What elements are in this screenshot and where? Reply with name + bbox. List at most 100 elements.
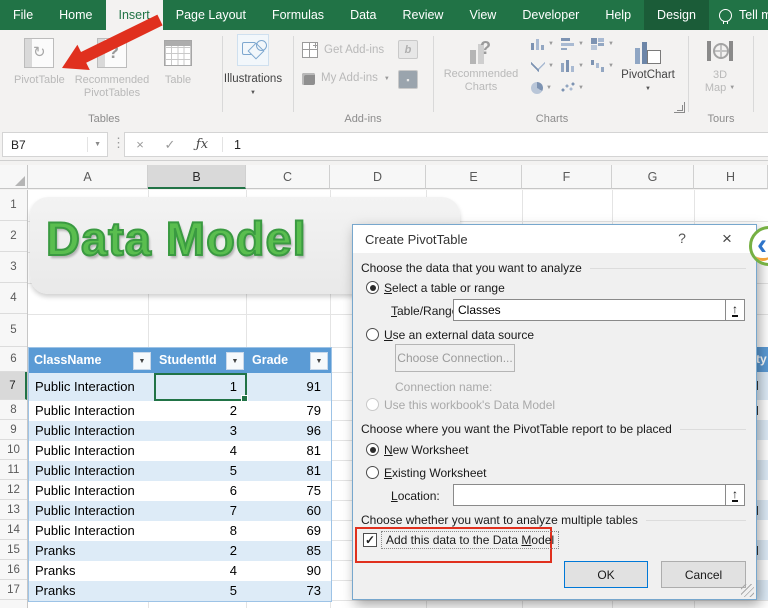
column-header-a[interactable]: A (28, 165, 148, 189)
row-header-1[interactable]: 1 (0, 190, 27, 221)
3d-map-button[interactable]: 3D Map ▼ (696, 38, 744, 95)
filter-dropdown-icon[interactable]: ▼ (226, 352, 244, 370)
table-header-grade[interactable]: Grade ▼ (247, 348, 331, 373)
radio-new-worksheet[interactable] (366, 443, 379, 456)
table-row[interactable]: Public Interaction581 (29, 461, 331, 481)
radio-new-worksheet-label[interactable]: New Worksheet (384, 443, 468, 457)
table-row[interactable]: Public Interaction396 (29, 421, 331, 441)
recommended-pivottables-button[interactable]: ? Recommended PivotTables (68, 38, 156, 100)
help-icon[interactable]: ? (668, 230, 696, 249)
tab-review[interactable]: Review (389, 0, 456, 30)
row-header-5[interactable]: 5 (0, 314, 27, 347)
column-header-b[interactable]: B (148, 165, 246, 189)
column-header-c[interactable]: C (246, 165, 330, 189)
table-row[interactable]: Pranks490 (29, 561, 331, 581)
insert-hierarchy-chart-button[interactable]: ▼ (591, 38, 614, 50)
choose-connection-button[interactable]: Choose Connection... (395, 344, 515, 372)
tab-page-layout[interactable]: Page Layout (163, 0, 259, 30)
row-header-6[interactable]: 6 (0, 347, 27, 372)
radio-external-data-source-label[interactable]: Use an external data source (384, 328, 534, 342)
row-header-14[interactable]: 14 (0, 520, 27, 540)
location-input[interactable] (453, 484, 727, 506)
insert-function-icon[interactable]: ƒx (185, 137, 219, 152)
row-header-10[interactable]: 10 (0, 440, 27, 460)
table-range-input[interactable] (453, 299, 727, 321)
table-header-classname[interactable]: ClassName ▼ (29, 348, 154, 373)
row-header-2[interactable]: 2 (0, 221, 27, 252)
column-header-g[interactable]: G (612, 165, 694, 189)
resize-grip[interactable] (741, 584, 754, 597)
row-header-11[interactable]: 11 (0, 460, 27, 480)
insert-scatter-chart-button[interactable]: ▼ (561, 82, 584, 94)
column-header-f[interactable]: F (522, 165, 612, 189)
tab-design[interactable]: Design (644, 0, 709, 30)
add-to-data-model-checkbox[interactable]: ✓ (363, 533, 377, 547)
column-header-e[interactable]: E (426, 165, 522, 189)
close-icon[interactable]: × (706, 227, 748, 251)
selected-cell-b7[interactable] (154, 373, 247, 401)
insert-column-chart-button[interactable]: ▼ (531, 38, 554, 50)
tab-developer[interactable]: Developer (509, 0, 592, 30)
column-header-h[interactable]: H (694, 165, 768, 189)
row-header-12[interactable]: 12 (0, 480, 27, 500)
people-graph-addin-button[interactable]: ▪ (398, 70, 418, 89)
tab-data[interactable]: Data (337, 0, 389, 30)
insert-pie-chart-button[interactable]: ▼ (531, 82, 552, 94)
range-select-button[interactable]: ↑ (725, 484, 745, 506)
tab-file[interactable]: File (0, 0, 46, 30)
tab-insert[interactable]: Insert (106, 0, 163, 30)
row-header-4[interactable]: 4 (0, 283, 27, 314)
insert-line-chart-button[interactable]: ▼ (531, 60, 554, 72)
radio-select-table-or-range[interactable] (366, 281, 379, 294)
confirm-entry-icon[interactable]: ✓ (155, 137, 185, 153)
tell-me-box[interactable]: Tell m (709, 0, 768, 30)
illustrations-button[interactable]: Illustrations ▼ (218, 34, 288, 96)
radio-existing-worksheet[interactable] (366, 466, 379, 479)
table-row[interactable]: Pranks573 (29, 581, 331, 601)
get-addins-button[interactable]: Get Add-ins (302, 42, 384, 58)
pivottable-button[interactable]: ↻ PivotTable (14, 38, 64, 87)
table-header-studentid[interactable]: StudentId ▼ (154, 348, 247, 373)
charts-dialog-launcher[interactable] (674, 102, 685, 113)
filter-dropdown-icon[interactable]: ▼ (133, 352, 151, 370)
row-header-8[interactable]: 8 (0, 400, 27, 420)
row-header-15[interactable]: 15 (0, 540, 27, 560)
insert-bar-chart-button[interactable]: ▼ (561, 38, 584, 50)
name-box[interactable]: B7 ▼ (2, 132, 108, 157)
tab-formulas[interactable]: Formulas (259, 0, 337, 30)
my-addins-button[interactable]: My Add-ins ▼ (302, 72, 390, 85)
insert-waterfall-chart-button[interactable]: ▼ (591, 60, 614, 72)
classes-table[interactable]: ClassName ▼ StudentId ▼ Grade ▼ Public I… (28, 347, 332, 602)
recommended-charts-button[interactable]: ? Recommended Charts (438, 38, 524, 94)
column-header-d[interactable]: D (330, 165, 426, 189)
row-header-17[interactable]: 17 (0, 580, 27, 600)
table-row[interactable]: Pranks285 (29, 541, 331, 561)
table-row[interactable]: Public Interaction760 (29, 501, 331, 521)
bing-maps-addin-button[interactable]: b (398, 40, 418, 59)
ok-button[interactable]: OK (564, 561, 648, 588)
row-header-13[interactable]: 13 (0, 500, 27, 520)
table-row[interactable]: Public Interaction869 (29, 521, 331, 541)
tab-home[interactable]: Home (46, 0, 105, 30)
pivotchart-button[interactable]: PivotChart ▼ (615, 38, 681, 92)
radio-workbook-data-model[interactable] (366, 398, 379, 411)
tab-view[interactable]: View (456, 0, 509, 30)
formula-input[interactable]: 1 (226, 138, 241, 152)
name-box-dropdown-icon[interactable]: ▼ (87, 137, 107, 152)
radio-existing-worksheet-label[interactable]: Existing Worksheet (384, 466, 487, 480)
cancel-entry-icon[interactable]: × (125, 137, 155, 152)
table-row[interactable]: Public Interaction481 (29, 441, 331, 461)
tab-help[interactable]: Help (592, 0, 644, 30)
table-row[interactable]: Public Interaction675 (29, 481, 331, 501)
radio-external-data-source[interactable] (366, 328, 379, 341)
radio-select-table-or-range-label[interactable]: Select a table or range (384, 281, 505, 295)
row-header-9[interactable]: 9 (0, 420, 27, 440)
cancel-button[interactable]: Cancel (661, 561, 746, 588)
add-to-data-model-label[interactable]: Add this data to the Data Model (381, 531, 559, 549)
insert-combo-chart-button[interactable]: ▼ (561, 60, 584, 72)
row-header-16[interactable]: 16 (0, 560, 27, 580)
range-select-button[interactable]: ↑ (725, 299, 745, 321)
dialog-title-bar[interactable]: Create PivotTable ? × (353, 225, 756, 253)
table-row[interactable]: Public Interaction279 (29, 401, 331, 421)
row-header-7[interactable]: 7 (0, 372, 27, 400)
